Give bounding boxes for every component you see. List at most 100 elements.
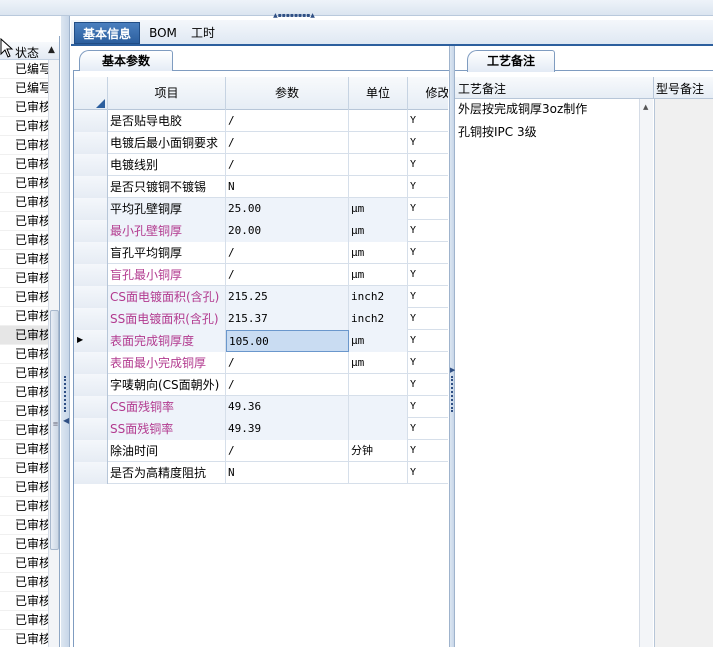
modify-cell[interactable]: Y (408, 462, 448, 484)
row-header[interactable] (74, 242, 108, 264)
item-cell[interactable]: 是否只镀铜不镀锡 (108, 176, 226, 198)
table-row[interactable]: 电镀后最小面铜要求 / Y (74, 132, 448, 154)
row-header[interactable]: ▶ (74, 330, 108, 352)
row-header[interactable] (74, 418, 108, 440)
table-row[interactable]: 盲孔平均铜厚 / μm Y (74, 242, 448, 264)
table-row[interactable]: 盲孔最小铜厚 / μm Y (74, 264, 448, 286)
row-header[interactable] (74, 176, 108, 198)
unit-cell[interactable]: μm (349, 242, 408, 264)
modify-cell[interactable]: Y (408, 440, 448, 462)
status-list-item[interactable]: 已审核 (0, 98, 48, 117)
collapse-left-icon[interactable]: ◀ (63, 416, 69, 425)
unit-cell[interactable] (349, 132, 408, 154)
row-header[interactable] (74, 154, 108, 176)
unit-cell[interactable] (349, 418, 408, 440)
status-list-item[interactable]: 已审核 (0, 117, 48, 136)
table-row[interactable]: 表面最小完成铜厚 / μm Y (74, 352, 448, 374)
column-header-param[interactable]: 参数 (226, 77, 349, 110)
tab-process-notes[interactable]: 工艺备注 (467, 50, 555, 72)
row-header[interactable] (74, 264, 108, 286)
table-row[interactable]: 最小孔壁铜厚 20.00 μm Y (74, 220, 448, 242)
status-list-item[interactable]: 已审核 (0, 250, 48, 269)
param-cell[interactable]: / (226, 374, 349, 396)
row-header[interactable] (74, 352, 108, 374)
column-header-unit[interactable]: 单位 (349, 77, 408, 110)
modify-cell[interactable]: Y (408, 132, 448, 154)
unit-cell[interactable] (349, 176, 408, 198)
status-list-item[interactable]: 已审核 (0, 155, 48, 174)
status-list-item[interactable]: 已审核 (0, 592, 48, 611)
row-header[interactable] (74, 220, 108, 242)
scrollbar-thumb[interactable]: ≡ (50, 310, 59, 550)
status-list-item[interactable]: 已审核 (0, 535, 48, 554)
param-cell[interactable]: 215.25 (226, 286, 349, 308)
status-list-item[interactable]: 已审核 (0, 516, 48, 535)
table-row[interactable]: 是否只镀铜不镀锡 N Y (74, 176, 448, 198)
row-header[interactable] (74, 132, 108, 154)
process-notes-textarea[interactable]: 外层按完成铜厚3oz制作 孔铜按IPC 3级 (455, 99, 640, 647)
status-list-item[interactable]: 已审核 (0, 288, 48, 307)
table-row[interactable]: SS面电镀面积(含孔) 215.37 inch2 Y (74, 308, 448, 330)
status-list-item[interactable]: 已审核 (0, 421, 48, 440)
table-row[interactable]: SS面残铜率 49.39 Y (74, 418, 448, 440)
column-header-model-notes[interactable]: 型号备注 (656, 80, 704, 97)
tab-work-hours[interactable]: 工时 (183, 22, 223, 44)
status-list-item[interactable]: 已审核 (0, 364, 48, 383)
status-list-item[interactable]: 已审核 (0, 611, 48, 630)
top-splitter-bar[interactable]: ▲▪▪▪▪▪▪▪▪▲ (0, 0, 713, 19)
item-cell[interactable]: 表面完成铜厚度 (108, 330, 226, 352)
table-row[interactable]: 是否为高精度阻抗 N Y (74, 462, 448, 484)
param-cell[interactable]: 20.00 (226, 220, 349, 242)
item-cell[interactable]: 表面最小完成铜厚 (108, 352, 226, 374)
param-cell[interactable]: / (226, 154, 349, 176)
item-cell[interactable]: 电镀线别 (108, 154, 226, 176)
table-row[interactable]: 除油时间 / 分钟 Y (74, 440, 448, 462)
model-notes-textarea[interactable] (654, 99, 713, 647)
unit-cell[interactable]: μm (349, 220, 408, 242)
left-splitter[interactable]: ◀ (61, 16, 70, 647)
modify-cell[interactable]: Y (408, 242, 448, 264)
status-list-item[interactable]: 已审核 (0, 193, 48, 212)
row-header[interactable] (74, 440, 108, 462)
modify-cell[interactable]: Y (408, 330, 448, 352)
modify-cell[interactable]: Y (408, 418, 448, 440)
item-cell[interactable]: CS面电镀面积(含孔) (108, 286, 226, 308)
item-cell[interactable]: 盲孔最小铜厚 (108, 264, 226, 286)
unit-cell[interactable]: inch2 (349, 286, 408, 308)
param-cell[interactable]: / (226, 242, 349, 264)
row-header[interactable] (74, 110, 108, 132)
scroll-up-icon[interactable]: ▲ (643, 103, 648, 111)
table-row[interactable]: 电镀线别 / Y (74, 154, 448, 176)
modify-cell[interactable]: Y (408, 198, 448, 220)
status-list-item[interactable]: 已审核 (0, 459, 48, 478)
param-cell[interactable]: 105.00 (226, 330, 349, 352)
select-all-icon[interactable] (96, 99, 105, 108)
unit-cell[interactable]: 分钟 (349, 440, 408, 462)
row-header[interactable] (74, 198, 108, 220)
item-cell[interactable]: 是否为高精度阻抗 (108, 462, 226, 484)
item-cell[interactable]: CS面残铜率 (108, 396, 226, 418)
item-cell[interactable]: 平均孔壁铜厚 (108, 198, 226, 220)
unit-cell[interactable]: μm (349, 264, 408, 286)
table-row[interactable]: 是否贴导电胶 / Y (74, 110, 448, 132)
item-cell[interactable]: SS面残铜率 (108, 418, 226, 440)
table-row[interactable]: CS面电镀面积(含孔) 215.25 inch2 Y (74, 286, 448, 308)
modify-cell[interactable]: Y (408, 352, 448, 374)
tab-basic-info[interactable]: 基本信息 (74, 22, 140, 44)
unit-cell[interactable] (349, 154, 408, 176)
row-header[interactable] (74, 396, 108, 418)
splitter-grip-icon[interactable]: ▲▪▪▪▪▪▪▪▪▲ (262, 13, 326, 19)
tab-basic-params[interactable]: 基本参数 (79, 50, 173, 72)
unit-cell[interactable] (349, 374, 408, 396)
param-cell[interactable]: 215.37 (226, 308, 349, 330)
modify-cell[interactable]: Y (408, 176, 448, 198)
modify-cell[interactable]: Y (408, 154, 448, 176)
item-cell[interactable]: SS面电镀面积(含孔) (108, 308, 226, 330)
unit-cell[interactable] (349, 110, 408, 132)
param-cell[interactable]: N (226, 462, 349, 484)
param-cell[interactable]: / (226, 132, 349, 154)
sort-asc-icon[interactable]: ▲ (48, 45, 55, 55)
modify-cell[interactable]: Y (408, 264, 448, 286)
item-cell[interactable]: 字唛朝向(CS面朝外) (108, 374, 226, 396)
status-list-item[interactable]: 已审核 (0, 402, 48, 421)
